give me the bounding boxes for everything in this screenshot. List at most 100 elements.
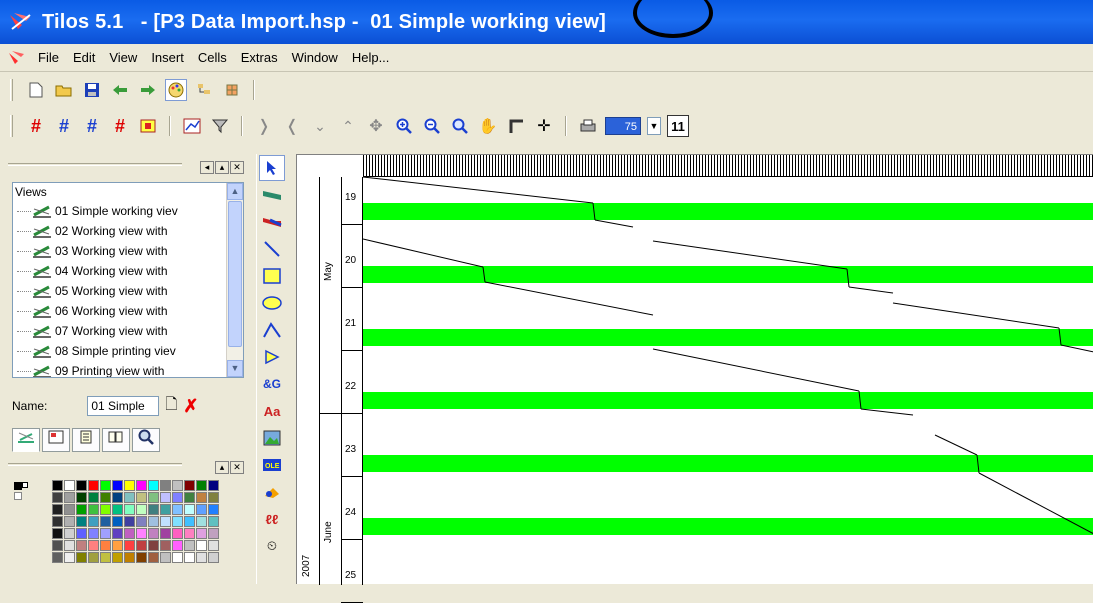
palette-swatch[interactable] <box>112 516 123 527</box>
palette-swatch[interactable] <box>136 516 147 527</box>
layout-tab-icon[interactable] <box>42 428 70 452</box>
view-item[interactable]: 05 Working view with <box>13 281 243 301</box>
corner-icon[interactable] <box>505 115 527 137</box>
palette-swatch[interactable] <box>136 504 147 515</box>
menu-help[interactable]: Help... <box>350 48 392 67</box>
palette-swatch[interactable] <box>100 480 111 491</box>
palette-swatch[interactable] <box>124 504 135 515</box>
palette-swatch[interactable] <box>184 552 195 563</box>
palette-swatch[interactable] <box>76 540 87 551</box>
up-chevron-icon[interactable]: ⌃ <box>337 115 359 137</box>
palette-swatch[interactable] <box>208 492 219 503</box>
palette-swatch[interactable] <box>196 480 207 491</box>
palette-swatch[interactable] <box>52 552 63 563</box>
zoom-window-icon[interactable] <box>449 115 471 137</box>
palette-swatch[interactable] <box>88 528 99 539</box>
palette-swatch[interactable] <box>100 528 111 539</box>
palette-swatch[interactable] <box>124 552 135 563</box>
palette-swatch[interactable] <box>184 540 195 551</box>
palette-swatch[interactable] <box>172 492 183 503</box>
ole-tool-icon[interactable]: OLE <box>259 452 285 478</box>
palette-swatch[interactable] <box>136 552 147 563</box>
palette-swatch[interactable] <box>208 516 219 527</box>
palette-swatch[interactable] <box>64 504 75 515</box>
palette-swatch[interactable] <box>160 480 171 491</box>
progress-line[interactable] <box>363 177 594 204</box>
palette-swatch[interactable] <box>112 492 123 503</box>
time-location-chart[interactable]: 19 20 21 22 23 24 25 May June 2007 <box>296 154 1093 603</box>
palette-swatch[interactable] <box>160 552 171 563</box>
progress-line[interactable] <box>892 302 1060 329</box>
palette-swatch[interactable] <box>112 540 123 551</box>
grid-red-icon[interactable]: # <box>53 115 75 137</box>
palette-swatch[interactable] <box>184 528 195 539</box>
palette-swatch[interactable] <box>196 528 207 539</box>
progress-line[interactable] <box>652 240 848 270</box>
fg-bg-color-indicator[interactable] <box>12 480 48 510</box>
palette-swatch[interactable] <box>148 516 159 527</box>
palette-swatch[interactable] <box>124 480 135 491</box>
menu-view[interactable]: View <box>107 48 139 67</box>
palette-swatch[interactable] <box>112 552 123 563</box>
palette-swatch[interactable] <box>100 492 111 503</box>
palette-swatch[interactable] <box>52 528 63 539</box>
palette-swatch[interactable] <box>184 516 195 527</box>
polygon-tool-icon[interactable] <box>259 344 285 370</box>
grid-blue-icon[interactable]: # <box>81 115 103 137</box>
palette-swatch[interactable] <box>136 480 147 491</box>
activity-bar[interactable] <box>363 455 1093 472</box>
pointer-tool-icon[interactable] <box>259 155 285 181</box>
arrow-right-icon[interactable] <box>137 79 159 101</box>
panel-expand-icon[interactable]: ▴ <box>215 161 229 174</box>
palette-swatch[interactable] <box>76 504 87 515</box>
zoom-value-field[interactable]: 75 <box>605 117 641 135</box>
activity-bar[interactable] <box>363 329 1093 346</box>
symbol-tool-icon[interactable]: &G <box>259 371 285 397</box>
palette-swatch[interactable] <box>208 528 219 539</box>
palette-swatch[interactable] <box>112 504 123 515</box>
palette-swatch[interactable] <box>208 552 219 563</box>
palette-swatch[interactable] <box>160 504 171 515</box>
scroll-down-icon[interactable]: ▼ <box>227 360 243 377</box>
palette-swatch[interactable] <box>196 540 207 551</box>
view-item[interactable]: 08 Simple printing viev <box>13 341 243 361</box>
color-palette[interactable] <box>52 480 219 563</box>
palette-icon[interactable] <box>165 79 187 101</box>
palette-swatch[interactable] <box>160 492 171 503</box>
new-view-icon[interactable]: 🗋 <box>165 394 177 419</box>
palette-swatch[interactable] <box>160 516 171 527</box>
palette-swatch[interactable] <box>148 480 159 491</box>
zoom-out-icon[interactable] <box>421 115 443 137</box>
line-tool-icon[interactable] <box>259 236 285 262</box>
palette-swatch[interactable] <box>136 492 147 503</box>
progress-line[interactable] <box>848 286 894 294</box>
panel-close-icon[interactable]: ✕ <box>230 161 244 174</box>
filter-icon[interactable] <box>209 115 231 137</box>
palette-swatch[interactable] <box>136 540 147 551</box>
open-folder-icon[interactable] <box>53 79 75 101</box>
toolbar-grip[interactable] <box>10 79 13 101</box>
view-item[interactable]: 01 Simple working viev <box>13 201 243 221</box>
progress-line[interactable] <box>934 434 978 456</box>
view-item[interactable]: 03 Working view with <box>13 241 243 261</box>
progress-line[interactable] <box>484 281 654 316</box>
crosshair-icon[interactable]: ✥ <box>365 115 387 137</box>
palette-swatch[interactable] <box>52 516 63 527</box>
palette-expand-icon[interactable]: ▴ <box>215 461 229 474</box>
palette-swatch[interactable] <box>124 492 135 503</box>
view-item[interactable]: 04 Working view with <box>13 261 243 281</box>
activity-bar[interactable] <box>363 203 1093 220</box>
view-name-input[interactable] <box>87 396 160 416</box>
menu-cells[interactable]: Cells <box>196 48 229 67</box>
scroll-thumb[interactable] <box>228 201 242 347</box>
line-bar-tool-icon[interactable] <box>259 182 285 208</box>
palette-swatch[interactable] <box>172 480 183 491</box>
palette-swatch[interactable] <box>184 480 195 491</box>
view-item[interactable]: 07 Working view with <box>13 321 243 341</box>
palette-swatch[interactable] <box>112 480 123 491</box>
palette-swatch[interactable] <box>196 516 207 527</box>
list-tab-icon[interactable] <box>72 428 100 452</box>
views-scrollbar[interactable]: ▲ ▼ <box>226 183 243 377</box>
palette-swatch[interactable] <box>88 540 99 551</box>
text-tool-icon[interactable]: Aa <box>259 398 285 424</box>
